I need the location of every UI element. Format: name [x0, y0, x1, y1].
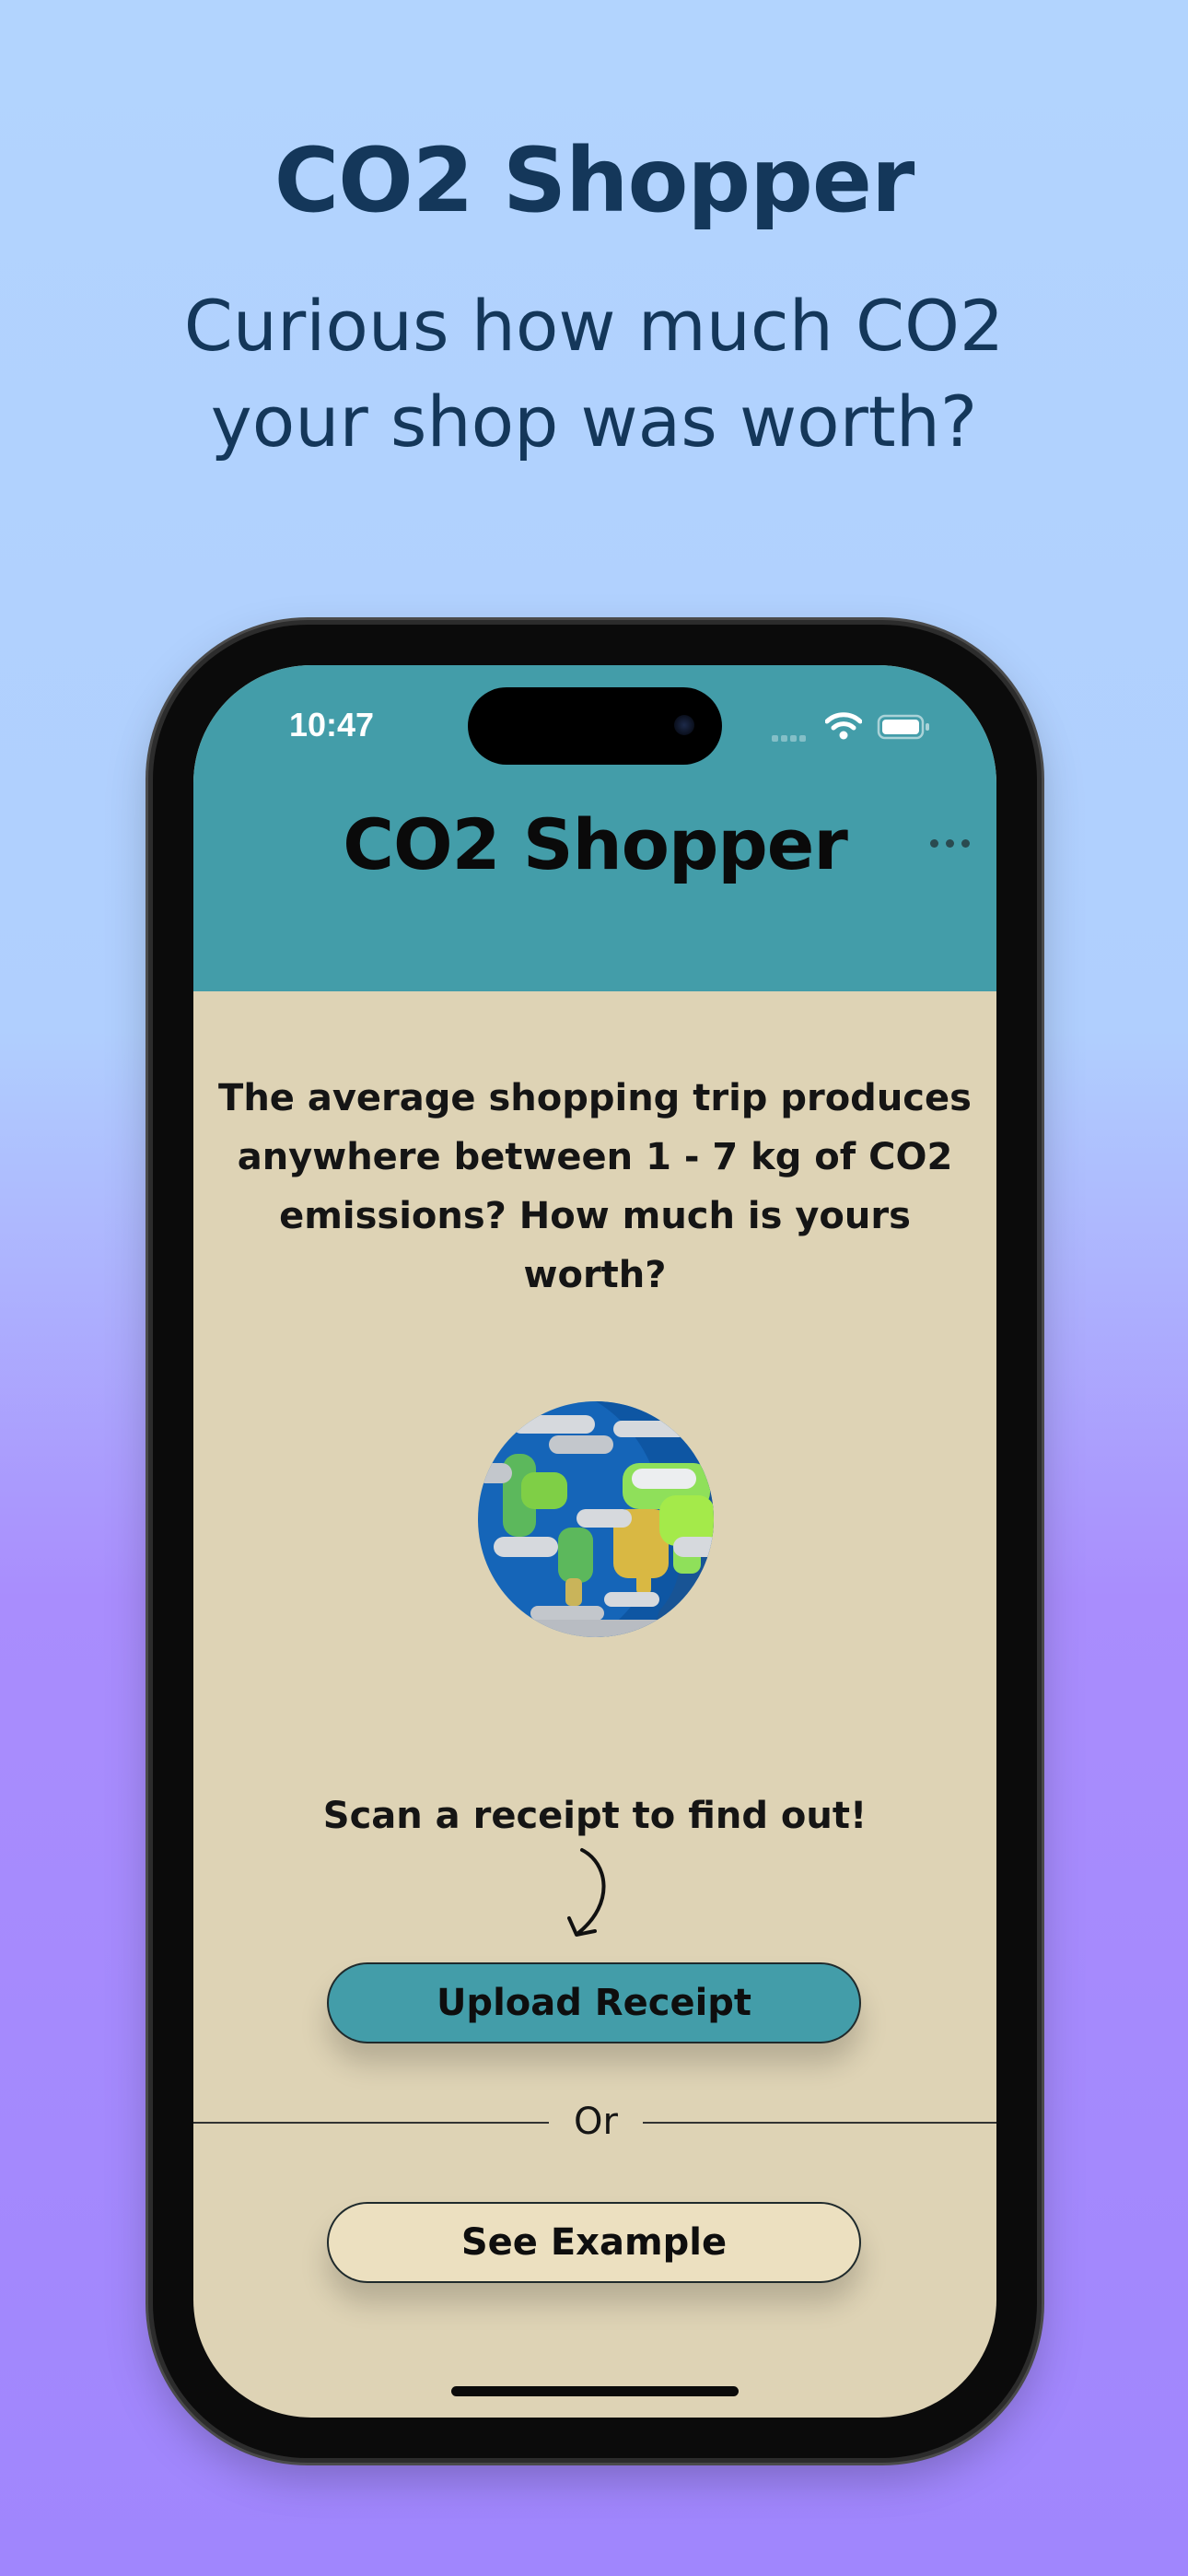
- see-example-label: See Example: [460, 2221, 728, 2264]
- promo-subtitle-line: Curious how much CO2: [183, 285, 1005, 367]
- phone-frame: 10:47 CO2 Shopper The average shopping t…: [153, 625, 1037, 2458]
- ellipsis-icon: [961, 839, 970, 848]
- intro-text-line: The average shopping trip produces: [218, 1077, 972, 1119]
- ellipsis-icon: [946, 839, 954, 848]
- upload-receipt-button[interactable]: Upload Receipt: [327, 1962, 861, 2043]
- ellipsis-icon: [930, 839, 938, 848]
- app-header: 10:47 CO2 Shopper: [193, 665, 996, 991]
- front-camera-icon: [674, 715, 694, 735]
- scan-prompt-text: Scan a receipt to find out!: [322, 1795, 868, 1837]
- app-screen: 10:47 CO2 Shopper The average shopping t…: [193, 665, 996, 2418]
- intro-text-line: anywhere between 1 - 7 kg of CO2: [237, 1136, 953, 1178]
- promo-title: CO2 Shopper: [274, 129, 915, 232]
- or-separator-label: Or: [574, 2101, 618, 2143]
- curved-arrow-icon: [564, 1846, 619, 1946]
- more-options-button[interactable]: [926, 829, 974, 857]
- divider-right: [643, 2122, 996, 2124]
- earth-globe-icon: [475, 1399, 716, 1640]
- promo-subtitle-line: your shop was worth?: [210, 381, 978, 463]
- divider-left: [193, 2122, 549, 2124]
- upload-receipt-label: Upload Receipt: [436, 1982, 752, 2024]
- intro-text-line: emissions? How much is yours worth?: [279, 1195, 911, 1296]
- intro-text: The average shopping trip produces anywh…: [203, 1069, 987, 1305]
- see-example-button[interactable]: See Example: [327, 2202, 861, 2283]
- app-title: CO2 Shopper: [343, 803, 848, 885]
- signal-icon: [772, 728, 809, 745]
- status-time: 10:47: [289, 706, 375, 744]
- dynamic-island: [468, 687, 722, 765]
- home-indicator[interactable]: [451, 2386, 739, 2396]
- promo-subtitle: Curious how much CO2 your shop was worth…: [0, 278, 1188, 470]
- wifi-icon: [824, 711, 863, 744]
- battery-icon: [877, 713, 932, 744]
